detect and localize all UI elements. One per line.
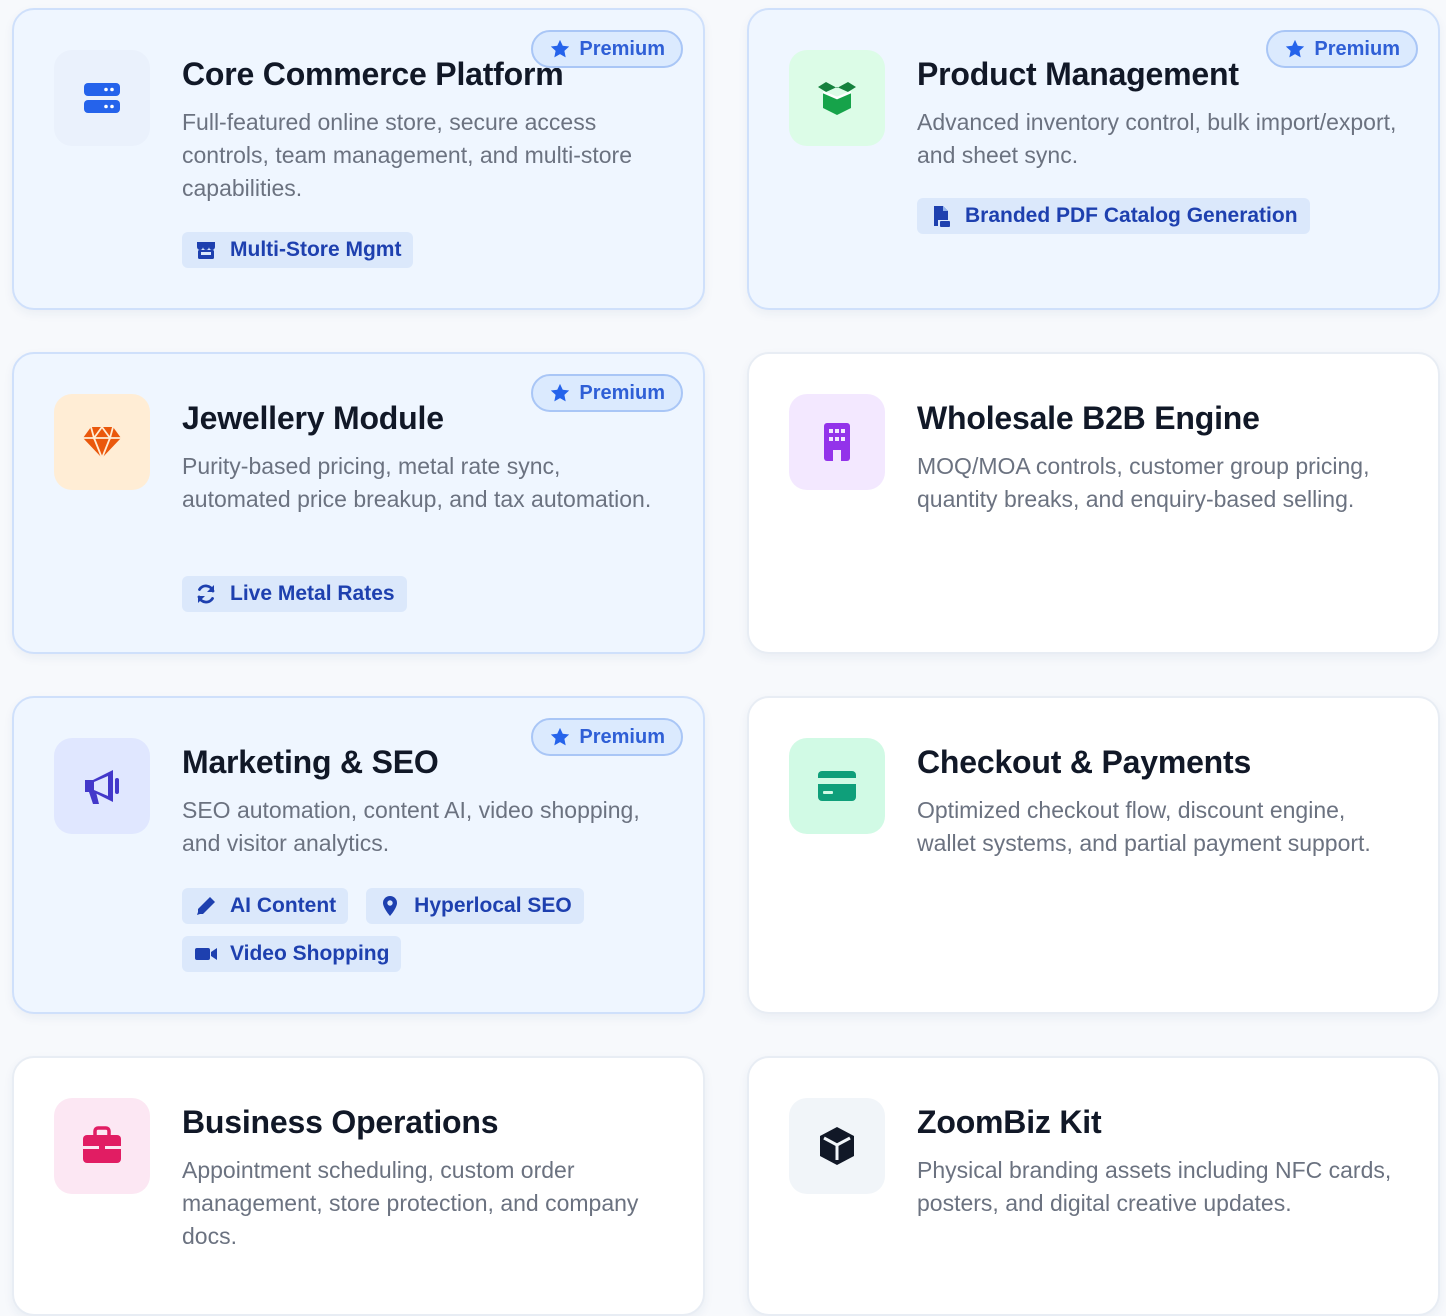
card-description: Full-featured online store, secure acces…	[182, 109, 632, 201]
star-icon	[1286, 39, 1305, 58]
icon-box	[789, 50, 885, 146]
premium-label: Premium	[579, 725, 665, 748]
map-pin-icon	[383, 896, 398, 916]
tag-chip: Video Shopping	[182, 936, 402, 972]
card-description: SEO automation, content AI, video shoppi…	[182, 797, 640, 856]
tag-list: Live Metal Rates	[182, 576, 662, 612]
card-title: Product Management	[917, 56, 1239, 92]
feature-card-core-commerce[interactable]: Core Commerce Platform Full-featured onl…	[12, 8, 705, 310]
card-title: Wholesale B2B Engine	[917, 400, 1260, 436]
tag-chip: Live Metal Rates	[182, 576, 407, 612]
premium-label: Premium	[579, 37, 665, 60]
premium-label: Premium	[1314, 37, 1400, 60]
premium-badge: Premium	[531, 718, 683, 756]
sync-icon	[197, 584, 215, 604]
tag-list: Multi-Store Mgmt	[182, 232, 662, 268]
tag-label: Branded PDF Catalog Generation	[965, 204, 1298, 227]
feature-card-wholesale-b2b[interactable]: Wholesale B2B Engine MOQ/MOA controls, c…	[747, 352, 1440, 654]
card-description: Optimized checkout flow, discount engine…	[917, 797, 1371, 856]
icon-box	[789, 394, 885, 490]
star-icon	[551, 383, 570, 402]
card-title: ZoomBiz Kit	[917, 1104, 1102, 1140]
megaphone-icon	[85, 770, 119, 804]
cube-icon	[820, 1127, 854, 1165]
gem-icon	[83, 425, 121, 461]
premium-badge: Premium	[531, 30, 683, 68]
tag-chip: Branded PDF Catalog Generation	[917, 198, 1310, 234]
video-icon	[195, 948, 217, 960]
card-title: Core Commerce Platform	[182, 56, 564, 92]
feature-card-business-operations[interactable]: Business Operations Appointment scheduli…	[12, 1056, 705, 1316]
store-icon	[197, 242, 215, 259]
card-description: Appointment scheduling, custom order man…	[182, 1157, 639, 1249]
star-icon	[551, 727, 570, 746]
icon-box	[54, 394, 150, 490]
tag-label: Multi-Store Mgmt	[230, 238, 402, 261]
premium-label: Premium	[579, 381, 665, 404]
file-pdf-icon	[934, 206, 950, 227]
tag-list: Branded PDF Catalog Generation	[917, 198, 1397, 234]
pen-icon	[197, 897, 215, 915]
icon-box	[789, 738, 885, 834]
building-icon	[824, 423, 850, 461]
tag-list: AI Content Hyperlocal SEO Video Shopping	[182, 888, 662, 972]
feature-card-product-management[interactable]: Product Management Advanced inventory co…	[747, 8, 1440, 310]
tag-label: AI Content	[230, 894, 337, 917]
card-title: Business Operations	[182, 1104, 499, 1140]
box-open-icon	[818, 82, 856, 115]
icon-box	[54, 1098, 150, 1194]
premium-badge: Premium	[531, 374, 683, 412]
tag-chip: Hyperlocal SEO	[366, 888, 584, 924]
feature-card-marketing-seo[interactable]: Marketing & SEO SEO automation, content …	[12, 696, 705, 1014]
card-title: Checkout & Payments	[917, 744, 1252, 780]
tag-label: Video Shopping	[230, 942, 390, 965]
card-description: Purity-based pricing, metal rate sync, a…	[182, 453, 652, 512]
feature-card-checkout-payments[interactable]: Checkout & Payments Optimized checkout f…	[747, 696, 1440, 1014]
feature-card-zoombiz-kit[interactable]: ZoomBiz Kit Physical branding assets inc…	[747, 1056, 1440, 1316]
card-description: Physical branding assets including NFC c…	[917, 1157, 1392, 1216]
star-icon	[551, 39, 570, 58]
icon-box	[54, 738, 150, 834]
tag-chip: AI Content	[182, 888, 349, 924]
credit-card-icon	[818, 771, 856, 801]
briefcase-icon	[83, 1126, 121, 1163]
card-title: Jewellery Module	[182, 400, 444, 436]
card-description: MOQ/MOA controls, customer group pricing…	[917, 453, 1370, 512]
icon-box	[789, 1098, 885, 1194]
tag-chip: Multi-Store Mgmt	[182, 232, 414, 268]
tag-label: Hyperlocal SEO	[414, 894, 572, 917]
card-title: Marketing & SEO	[182, 744, 439, 780]
tag-label: Live Metal Rates	[230, 582, 395, 605]
feature-card-jewellery-module[interactable]: Jewellery Module Purity-based pricing, m…	[12, 352, 705, 654]
icon-box	[54, 50, 150, 146]
card-description: Advanced inventory control, bulk import/…	[917, 109, 1397, 168]
server-icon	[84, 83, 120, 113]
premium-badge: Premium	[1266, 30, 1418, 68]
